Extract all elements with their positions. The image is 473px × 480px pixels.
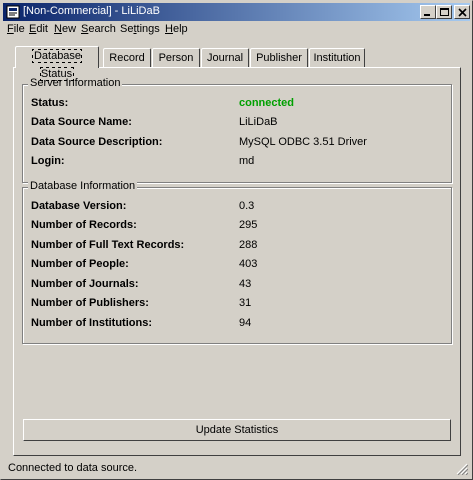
info-row: Number of Full Text Records: 288	[31, 239, 443, 253]
tab-publisher[interactable]: Publisher	[250, 48, 308, 67]
maximize-icon	[440, 8, 449, 16]
info-row: Number of Publishers: 31	[31, 297, 443, 311]
row-label: Number of Full Text Records:	[31, 239, 185, 251]
tab-label: Institution	[313, 52, 361, 64]
row-value: 295	[239, 219, 258, 231]
row-label: Number of People:	[31, 258, 129, 270]
tab-label: Person	[158, 52, 194, 64]
menu-help[interactable]: Help	[165, 23, 188, 35]
info-row: Number of Records: 295	[31, 219, 443, 233]
database-status-panel: Server Information Status: connected Data…	[13, 67, 461, 456]
menu-settings[interactable]: Settings	[120, 23, 160, 35]
menu-new[interactable]: New	[54, 23, 76, 35]
tab-person[interactable]: Person	[152, 48, 200, 67]
row-label: Status:	[31, 97, 69, 109]
tab-institution[interactable]: Institution	[309, 48, 365, 67]
tab-label: Journal	[206, 52, 244, 64]
status-text: Connected to data source.	[8, 462, 138, 474]
tab-journal[interactable]: Journal	[201, 48, 249, 67]
row-value: 43	[239, 278, 252, 290]
menu-file[interactable]: File	[7, 23, 25, 35]
row-value: LiLiDaB	[239, 116, 278, 128]
info-row: Login: md	[31, 155, 443, 169]
menu-settings-text: Se	[120, 23, 134, 35]
menu-new-accelerator: N	[54, 23, 62, 35]
menu-help-accelerator: H	[165, 23, 173, 35]
close-icon	[458, 8, 467, 17]
menu-file-text: ile	[13, 23, 25, 35]
menu-edit[interactable]: Edit	[29, 23, 48, 35]
menu-search-text: earch	[88, 23, 116, 35]
row-value: 31	[239, 297, 252, 309]
row-value: MySQL ODBC 3.51 Driver	[239, 136, 367, 148]
info-row: Number of People: 403	[31, 258, 443, 272]
tab-record[interactable]: Record	[103, 48, 151, 67]
minimize-icon	[424, 14, 430, 16]
menu-new-text: ew	[61, 23, 77, 35]
close-button[interactable]	[454, 5, 470, 19]
info-row: Status: connected	[31, 97, 443, 111]
menu-edit-text: dit	[36, 23, 48, 35]
row-value: md	[239, 155, 255, 167]
database-information-legend: Database Information	[28, 180, 138, 192]
info-row: Number of Journals: 43	[31, 278, 443, 292]
server-information-group: Server Information Status: connected Data…	[22, 77, 452, 183]
menu-help-text: elp	[172, 23, 188, 35]
status-value: connected	[239, 97, 295, 109]
resize-grip-icon[interactable]	[456, 463, 468, 475]
row-label: Login:	[31, 155, 65, 167]
window-title: [Non-Commercial] - LiLiDaB	[23, 5, 160, 17]
menu-file-accelerator: F	[7, 23, 14, 35]
tab-database-status[interactable]: Database Status	[15, 46, 99, 81]
row-label: Number of Publishers:	[31, 297, 149, 309]
menu-settings-text: tings	[136, 23, 160, 35]
row-label: Database Version:	[31, 200, 127, 212]
row-label: Number of Institutions:	[31, 317, 152, 329]
row-label: Number of Records:	[31, 219, 137, 231]
row-value: 288	[239, 239, 258, 251]
row-value: 0.3	[239, 200, 255, 212]
row-value: 94	[239, 317, 252, 329]
tab-label: Record	[109, 52, 145, 64]
info-row: Number of Institutions: 94	[31, 317, 443, 331]
info-row: Data Source Name: LiLiDaB	[31, 116, 443, 130]
row-label: Data Source Name:	[31, 116, 132, 128]
menu-search[interactable]: Search	[81, 23, 116, 35]
info-row: Database Version: 0.3	[31, 200, 443, 214]
minimize-button[interactable]	[420, 5, 436, 19]
row-label: Number of Journals:	[31, 278, 139, 290]
app-icon	[6, 5, 20, 19]
maximize-button[interactable]	[436, 5, 452, 19]
info-row: Data Source Description: MySQL ODBC 3.51 …	[31, 136, 443, 150]
tab-label: Publisher	[256, 52, 302, 64]
title-bar[interactable]: [Non-Commercial] - LiLiDaB	[3, 3, 470, 21]
main-window: [Non-Commercial] - LiLiDaB File Edit New…	[0, 0, 473, 480]
status-bar: Connected to data source.	[3, 459, 470, 477]
row-label: Data Source Description:	[31, 136, 163, 148]
menu-bar: File Edit New Search Settings Help	[3, 21, 470, 39]
database-information-group: Database Information Database Version: 0.…	[22, 180, 452, 344]
update-statistics-button[interactable]: Update Statistics	[23, 419, 451, 441]
row-value: 403	[239, 258, 258, 270]
